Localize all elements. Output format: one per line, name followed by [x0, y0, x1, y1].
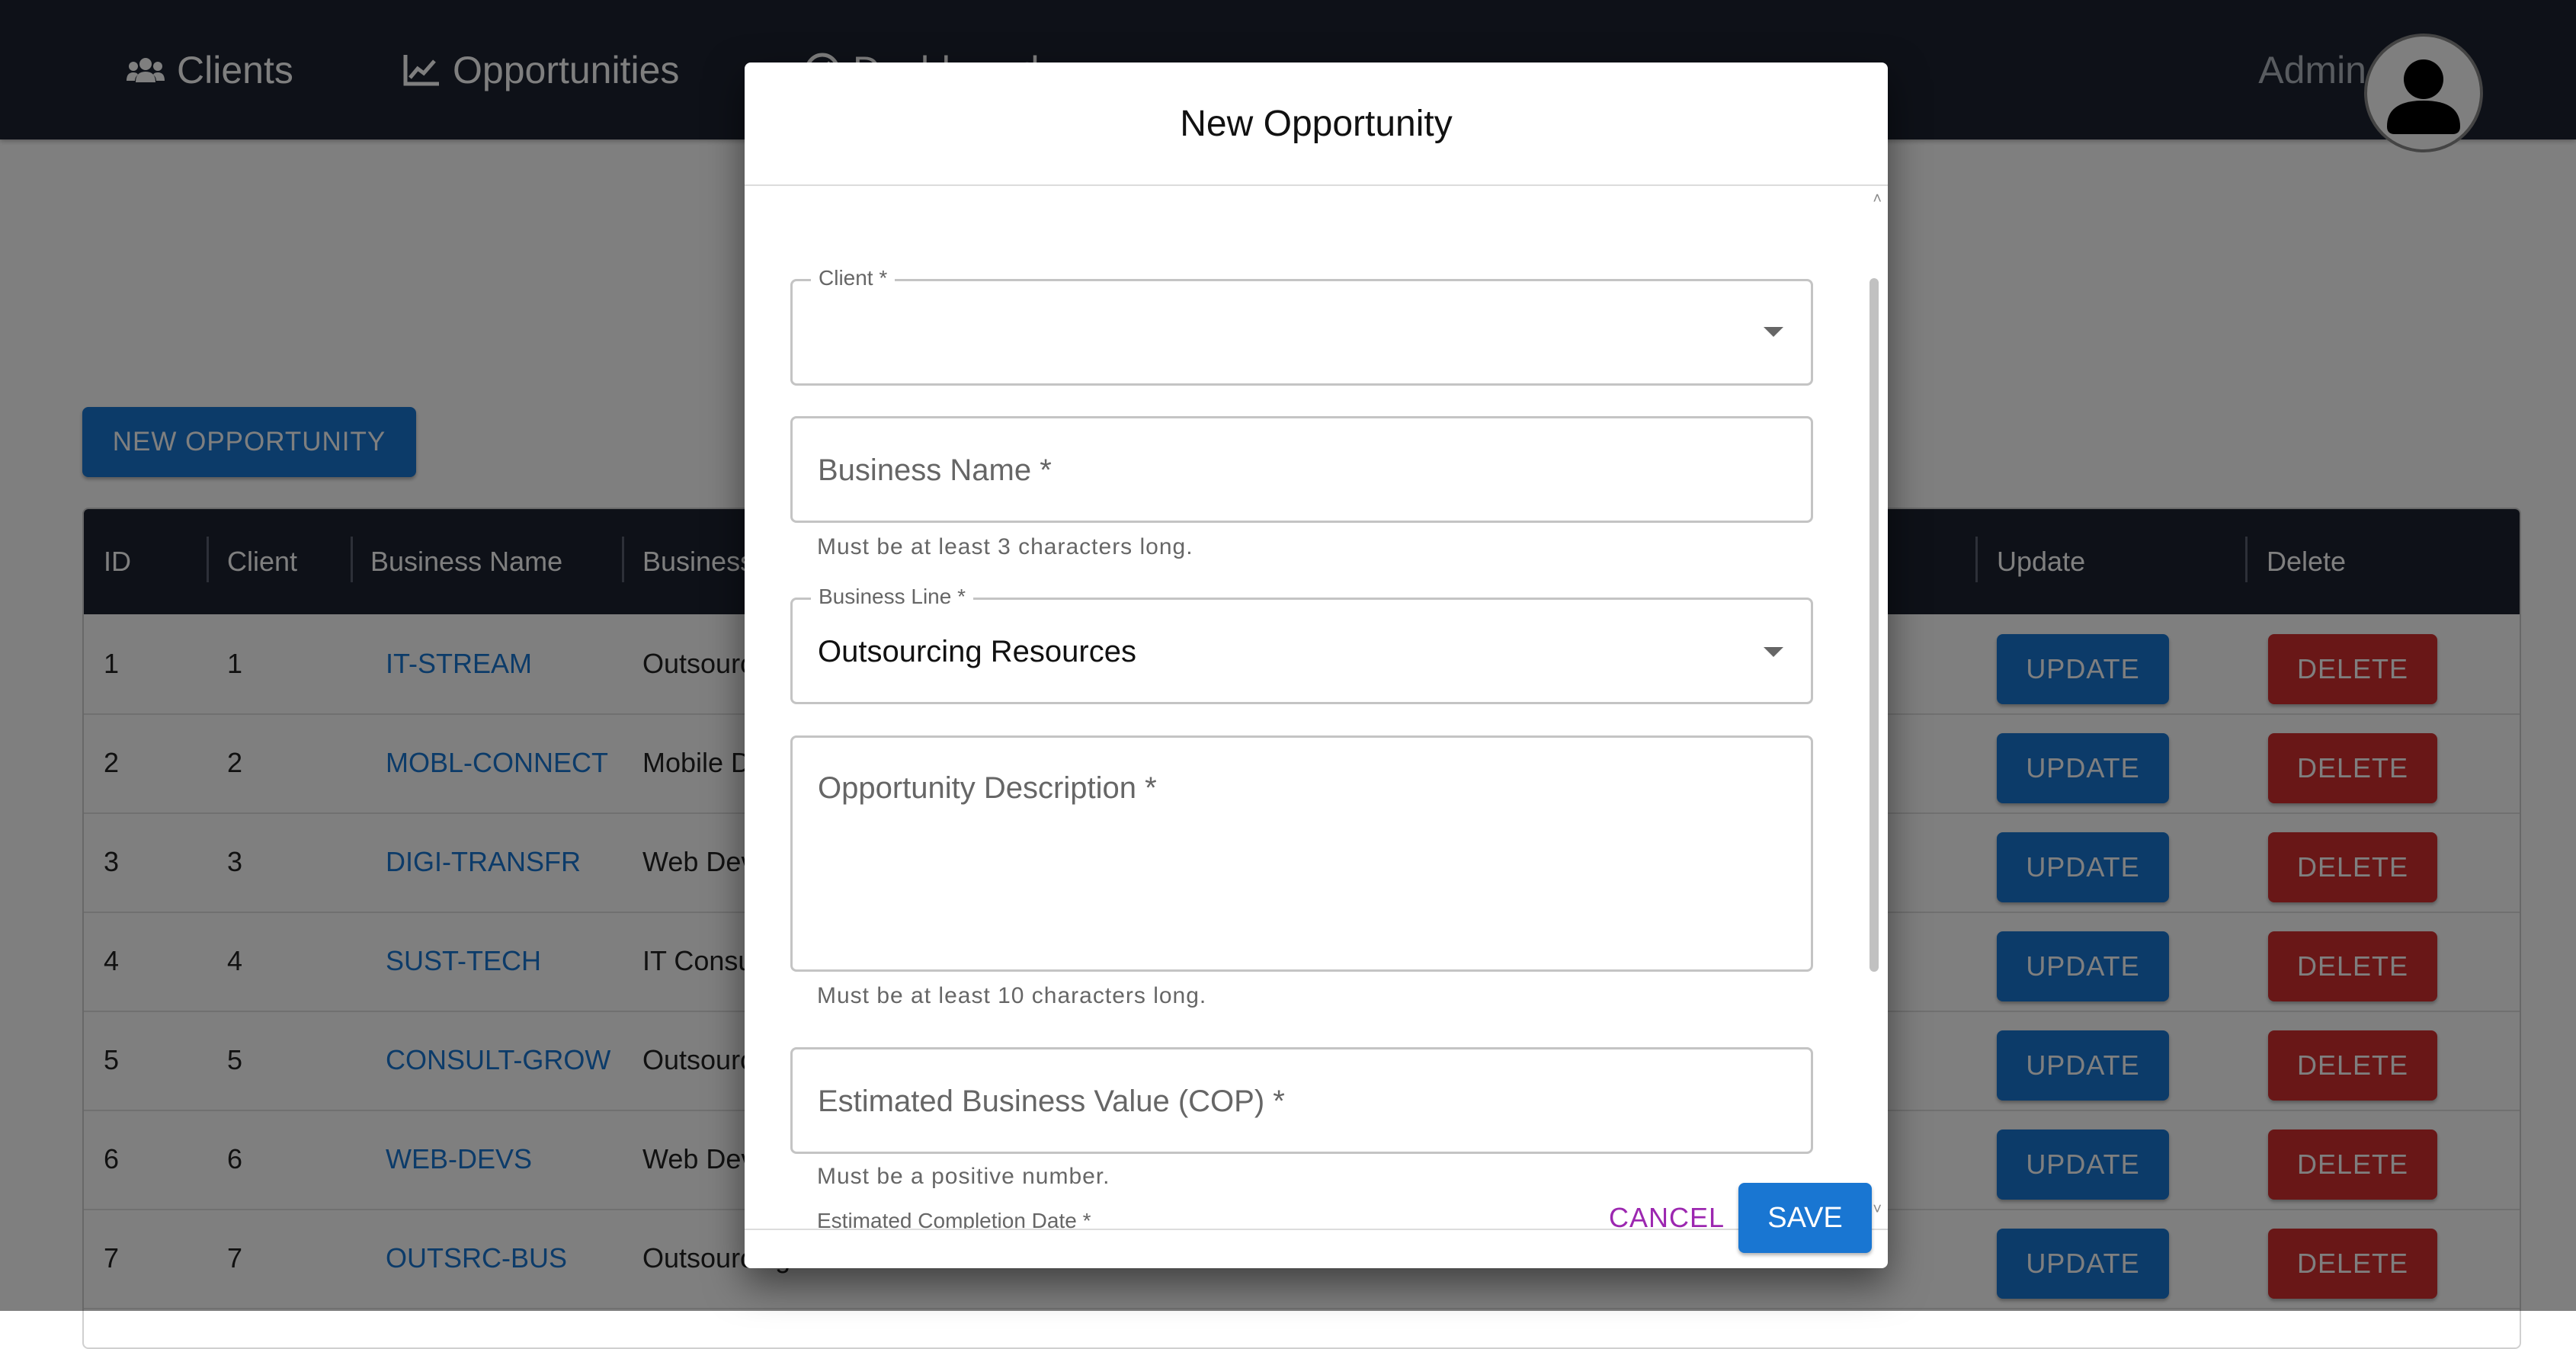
new-opportunity-dialog: New Opportunity Client * Business Name *…: [745, 62, 1888, 1268]
completion-date-label: Estimated Completion Date *: [817, 1209, 1091, 1229]
scroll-down-arrow-icon[interactable]: ˅: [1873, 1201, 1882, 1219]
business-name-input[interactable]: Business Name *: [790, 416, 1813, 523]
cancel-button[interactable]: CANCEL: [1575, 1183, 1758, 1253]
business-name-placeholder: Business Name *: [818, 453, 1052, 487]
opportunity-description-textarea[interactable]: Opportunity Description *: [790, 735, 1813, 972]
dropdown-caret-icon: [1764, 327, 1783, 337]
description-helper: Must be at least 10 characters long.: [817, 983, 1207, 1008]
scroll-up-arrow-icon[interactable]: ˄: [1873, 191, 1882, 208]
business-line-value: Outsourcing Resources: [818, 635, 1136, 668]
client-select[interactable]: Client *: [790, 266, 1813, 386]
client-label: Client *: [811, 266, 896, 290]
estimated-value-helper: Must be a positive number.: [817, 1164, 1110, 1189]
estimated-value-placeholder: Estimated Business Value (COP) *: [818, 1085, 1285, 1118]
dialog-content: Client * Business Name * Must be at leas…: [745, 186, 1888, 1229]
business-line-label: Business Line *: [811, 585, 974, 609]
estimated-value-input[interactable]: Estimated Business Value (COP) *: [790, 1047, 1813, 1154]
save-button[interactable]: SAVE: [1738, 1183, 1872, 1253]
dialog-scrollbar[interactable]: [1870, 278, 1879, 972]
business-line-select[interactable]: Business Line * Outsourcing Resources: [790, 585, 1813, 704]
dialog-title: New Opportunity: [1180, 103, 1453, 144]
dropdown-caret-icon: [1764, 647, 1783, 657]
description-placeholder: Opportunity Description *: [818, 771, 1157, 805]
business-name-helper: Must be at least 3 characters long.: [817, 534, 1193, 559]
